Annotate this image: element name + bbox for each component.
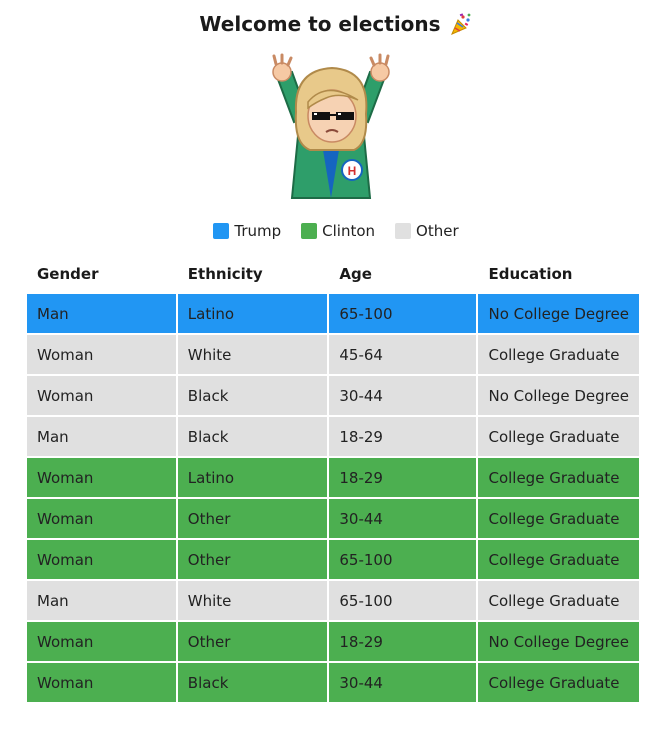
- page-title-text: Welcome to elections: [199, 12, 441, 36]
- cell-ethnicity: Other: [177, 622, 328, 661]
- table-row: Woman Black 30-44 College Graduate: [27, 663, 639, 702]
- cell-age: 18-29: [329, 458, 477, 497]
- candidate-avatar-icon: H: [272, 53, 390, 199]
- cell-gender: Woman: [27, 540, 176, 579]
- legend-label-clinton: Clinton: [322, 222, 376, 240]
- cell-ethnicity: Other: [177, 499, 328, 538]
- cell-age: 65-100: [329, 581, 477, 620]
- cell-gender: Man: [27, 581, 176, 620]
- voter-table: Gender Ethnicity Age Education Man Latin…: [25, 253, 641, 704]
- cell-ethnicity: Black: [177, 376, 328, 415]
- legend-item-clinton: Clinton: [301, 220, 375, 242]
- cell-education: College Graduate: [478, 540, 639, 579]
- cell-gender: Woman: [27, 376, 176, 415]
- cell-age: 30-44: [329, 663, 477, 702]
- cell-age: 30-44: [329, 376, 477, 415]
- cell-education: College Graduate: [478, 417, 639, 456]
- cell-gender: Woman: [27, 335, 176, 374]
- cell-ethnicity: Black: [177, 417, 328, 456]
- cell-gender: Woman: [27, 499, 176, 538]
- cell-gender: Man: [27, 294, 176, 333]
- table-row: Man Black 18-29 College Graduate: [27, 417, 639, 456]
- page-title: Welcome to elections: [0, 10, 672, 38]
- cell-ethnicity: White: [177, 581, 328, 620]
- legend-swatch-trump: [213, 223, 230, 239]
- table-row: Man White 65-100 College Graduate: [27, 581, 639, 620]
- table-row: Woman Other 65-100 College Graduate: [27, 540, 639, 579]
- legend-label-trump: Trump: [234, 222, 282, 240]
- cell-age: 18-29: [329, 417, 477, 456]
- legend-swatch-clinton: [301, 223, 318, 239]
- cell-education: No College Degree: [478, 376, 639, 415]
- cell-education: College Graduate: [478, 335, 639, 374]
- cell-education: College Graduate: [478, 499, 639, 538]
- table-row: Woman Black 30-44 No College Degree: [27, 376, 639, 415]
- cell-gender: Woman: [27, 458, 176, 497]
- column-header-education: Education: [488, 264, 573, 283]
- cell-ethnicity: Black: [177, 663, 328, 702]
- cell-ethnicity: Latino: [177, 294, 328, 333]
- table-header-row: Gender Ethnicity Age Education: [27, 255, 639, 292]
- column-header-ethnicity: Ethnicity: [187, 264, 263, 283]
- cell-education: College Graduate: [478, 663, 639, 702]
- table-row: Man Latino 65-100 No College Degree: [27, 294, 639, 333]
- cell-education: College Graduate: [478, 581, 639, 620]
- vote-legend: Trump Clinton Other: [0, 220, 672, 242]
- column-header-age: Age: [339, 264, 372, 283]
- table-row: Woman White 45-64 College Graduate: [27, 335, 639, 374]
- cell-ethnicity: White: [177, 335, 328, 374]
- cell-age: 45-64: [329, 335, 477, 374]
- cell-age: 30-44: [329, 499, 477, 538]
- legend-swatch-other: [395, 223, 412, 239]
- legend-item-trump: Trump: [213, 220, 281, 242]
- cell-education: No College Degree: [478, 294, 639, 333]
- column-header-gender: Gender: [37, 264, 99, 283]
- svg-text:H: H: [348, 164, 357, 178]
- party-popper-icon: [450, 13, 470, 35]
- table-row: Woman Other 18-29 No College Degree: [27, 622, 639, 661]
- cell-education: College Graduate: [478, 458, 639, 497]
- cell-ethnicity: Other: [177, 540, 328, 579]
- legend-label-other: Other: [416, 222, 459, 240]
- cell-age: 65-100: [329, 540, 477, 579]
- cell-gender: Woman: [27, 663, 176, 702]
- cell-gender: Man: [27, 417, 176, 456]
- table-row: Woman Latino 18-29 College Graduate: [27, 458, 639, 497]
- cell-ethnicity: Latino: [177, 458, 328, 497]
- cell-age: 18-29: [329, 622, 477, 661]
- table-row: Woman Other 30-44 College Graduate: [27, 499, 639, 538]
- cell-age: 65-100: [329, 294, 477, 333]
- cell-gender: Woman: [27, 622, 176, 661]
- legend-item-other: Other: [395, 220, 459, 242]
- cell-education: No College Degree: [478, 622, 639, 661]
